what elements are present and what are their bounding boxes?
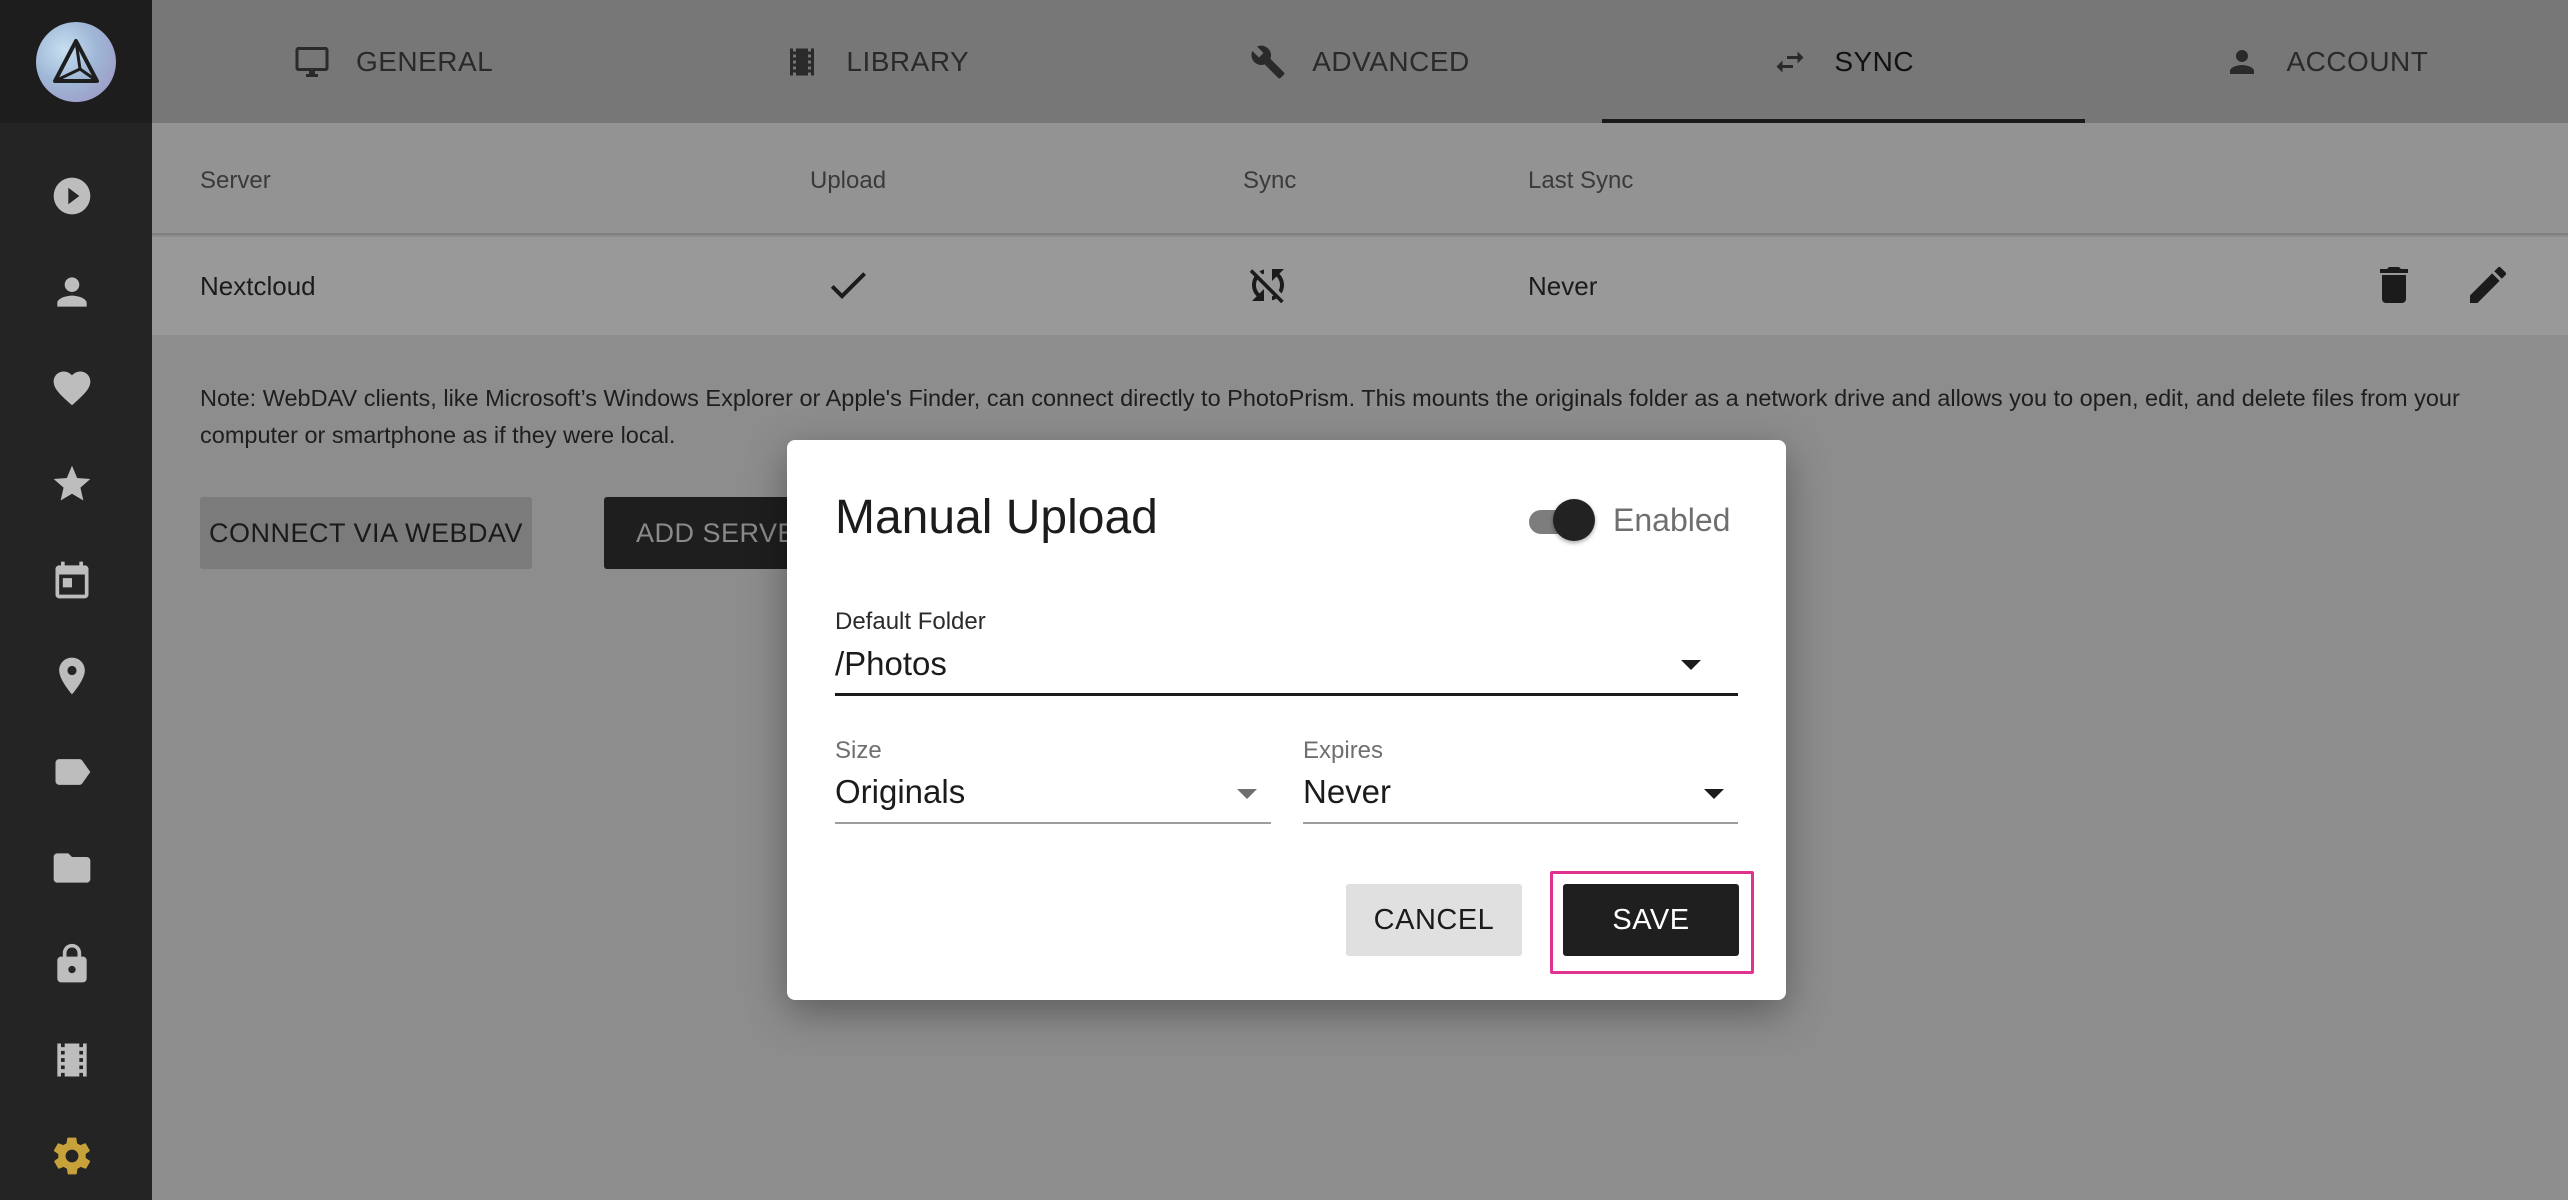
settings-tabs: GENERAL LIBRARY ADVANCED SYNC ACCOUNT: [152, 0, 2568, 123]
default-folder-underline: [835, 693, 1738, 696]
person-icon: [57, 277, 87, 307]
person-icon: [2230, 49, 2255, 74]
expires-underline: [1303, 822, 1738, 824]
expires-select[interactable]: Expires Never: [1303, 737, 1738, 827]
upload-check: [824, 261, 872, 309]
size-label: Size: [835, 737, 882, 764]
nav-places[interactable]: [40, 644, 104, 708]
folder-icon: [53, 853, 91, 883]
enabled-label[interactable]: Enabled: [1613, 502, 1730, 539]
lock-icon: [57, 943, 87, 983]
chevron-down-icon: [1681, 660, 1701, 670]
header-server[interactable]: Server: [200, 167, 271, 195]
tab-general-label: GENERAL: [355, 45, 494, 77]
logo-area[interactable]: [0, 0, 152, 123]
nav-review[interactable]: [40, 452, 104, 516]
pencil-icon: [2470, 266, 2507, 303]
star-icon: [53, 465, 91, 501]
nav-library[interactable]: [40, 1028, 104, 1092]
photoprism-logo[interactable]: [36, 21, 116, 102]
trash-icon: [2380, 267, 2408, 303]
calendar-icon: [55, 561, 89, 599]
dialog-title: Manual Upload: [835, 491, 1158, 544]
default-folder-select[interactable]: Default Folder /Photos: [835, 608, 1738, 698]
chevron-down-icon: [1704, 789, 1724, 799]
swap-icon: [1776, 51, 1804, 72]
manual-upload-dialog: Manual Upload Enabled Default Folder /Ph…: [787, 440, 1786, 1000]
nav-folders[interactable]: [40, 836, 104, 900]
tab-advanced[interactable]: ADVANCED: [1118, 0, 1601, 123]
gear-icon: [53, 1137, 91, 1175]
tab-library[interactable]: LIBRARY: [635, 0, 1118, 123]
default-folder-value: /Photos: [835, 645, 947, 682]
heart-icon: [53, 371, 91, 406]
sync-status: [1244, 261, 1292, 309]
expires-value: Never: [1303, 773, 1392, 810]
check-icon: [830, 272, 866, 299]
nav-people[interactable]: [40, 260, 104, 324]
header-upload[interactable]: Upload: [810, 167, 886, 195]
tab-sync[interactable]: SYNC: [1601, 0, 2086, 123]
nav-settings[interactable]: [40, 1124, 104, 1188]
table-row: Nextcloud Never: [152, 237, 2568, 335]
chevron-down-icon: [1237, 789, 1257, 799]
nav-browse[interactable]: [40, 164, 104, 228]
nav-labels[interactable]: [40, 740, 104, 804]
tab-library-label: LIBRARY: [846, 45, 970, 77]
film-icon: [57, 1043, 87, 1077]
tab-advanced-label: ADVANCED: [1312, 45, 1470, 77]
cancel-button[interactable]: CANCEL: [1346, 884, 1522, 956]
wrench-icon: [1251, 45, 1285, 78]
table-header: Server Upload Sync Last Sync: [152, 123, 2568, 235]
film-icon: [790, 48, 815, 75]
toggle-thumb: [1553, 499, 1595, 541]
delete-button[interactable]: [2370, 261, 2418, 309]
nav-private[interactable]: [40, 932, 104, 996]
enabled-toggle[interactable]: [1525, 498, 1595, 542]
size-underline: [835, 822, 1271, 824]
save-button[interactable]: SAVE: [1563, 884, 1739, 956]
location-icon: [59, 657, 85, 695]
expires-label: Expires: [1303, 737, 1384, 764]
play-icon: [53, 177, 91, 215]
header-sync[interactable]: Sync: [1243, 167, 1296, 195]
sync-disabled-icon: [1249, 269, 1284, 304]
label-icon: [55, 759, 91, 785]
server-name: Nextcloud: [200, 271, 316, 301]
size-select[interactable]: Size Originals: [835, 737, 1271, 827]
default-folder-label: Default Folder: [835, 608, 986, 635]
tab-sync-label: SYNC: [1834, 45, 1915, 77]
monitor-icon: [295, 46, 329, 77]
tab-account[interactable]: ACCOUNT: [2085, 0, 2568, 123]
tab-general[interactable]: GENERAL: [152, 0, 635, 123]
nav-favorites[interactable]: [40, 356, 104, 420]
sidebar: [0, 0, 152, 1200]
nav-calendar[interactable]: [40, 548, 104, 612]
edit-button[interactable]: [2464, 261, 2512, 309]
logo-prism-icon: [53, 38, 99, 83]
last-sync-value: Never: [1528, 271, 1598, 301]
header-last-sync[interactable]: Last Sync: [1528, 167, 1633, 195]
tab-account-label: ACCOUNT: [2286, 45, 2429, 77]
connect-webdav-button[interactable]: CONNECT VIA WEBDAV: [200, 497, 532, 569]
size-value: Originals: [835, 773, 966, 810]
